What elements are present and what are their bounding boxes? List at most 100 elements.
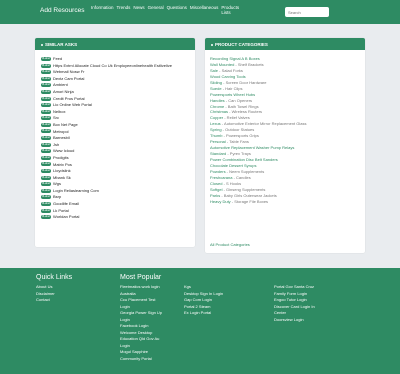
footer-link[interactable]: Contact bbox=[36, 297, 55, 304]
tag-badge: #Label bbox=[41, 195, 51, 200]
category-link[interactable]: Sliding bbox=[210, 80, 222, 85]
footer-link[interactable]: Education Qld Gov Au bbox=[120, 336, 162, 343]
ask-link[interactable]: Lk Portal bbox=[53, 208, 69, 213]
category-link[interactable]: Wood Carving Tools bbox=[210, 74, 246, 79]
subcategory-text: - Baby Girls Outerwear Jackets bbox=[220, 192, 277, 198]
category-link[interactable]: Christmas bbox=[210, 109, 228, 114]
tag-badge: #Label bbox=[41, 122, 51, 127]
ask-link[interactable]: Goodlife Email bbox=[53, 201, 79, 206]
nav-link[interactable]: Questions bbox=[167, 5, 187, 10]
similar-asks-card: SIMILAR ASKS #Label Feed #Label Https Extrn… bbox=[35, 38, 195, 247]
tag-badge: #Label bbox=[41, 142, 51, 147]
category-link[interactable]: Copper bbox=[210, 115, 223, 120]
subcategory-text: - Relief Valves bbox=[223, 115, 250, 121]
nav-link[interactable]: Products Lists bbox=[221, 5, 245, 15]
nav-link[interactable]: General bbox=[148, 5, 164, 10]
all-product-categories-link[interactable]: All Product Categories bbox=[210, 242, 250, 247]
ask-link[interactable]: Metropol bbox=[53, 129, 69, 134]
subcategory-text: - Salad Forks bbox=[218, 67, 243, 73]
category-link[interactable]: Wall Mounted bbox=[210, 62, 234, 67]
ask-link[interactable]: Bsrp bbox=[53, 194, 61, 199]
ask-link[interactable]: Src bbox=[53, 115, 59, 120]
category-link[interactable]: Personal bbox=[210, 139, 226, 144]
ask-link[interactable]: Mbank Sk bbox=[53, 175, 71, 180]
nav-link[interactable]: News bbox=[133, 5, 144, 10]
ask-link[interactable]: Worldan Portal bbox=[53, 214, 79, 219]
nav-link[interactable]: Information bbox=[91, 5, 114, 10]
category-link[interactable]: Freshcarana bbox=[210, 175, 232, 180]
category-link[interactable]: Heavy Duty bbox=[210, 199, 231, 204]
tag-badge: #Label bbox=[41, 116, 51, 121]
ask-link[interactable]: Nelbox bbox=[53, 109, 65, 114]
nav-link[interactable]: Trends bbox=[117, 5, 131, 10]
ask-link[interactable]: Wgs bbox=[53, 181, 61, 186]
tag-badge: #Label bbox=[41, 56, 51, 61]
ask-link[interactable]: Ambient bbox=[53, 82, 68, 87]
bullet-icon bbox=[41, 43, 43, 46]
footer-link[interactable]: Community Portal bbox=[120, 356, 162, 363]
nav-link[interactable]: Miscellaneous bbox=[190, 5, 219, 10]
category-link[interactable]: Chocolate Dessert Syrups bbox=[210, 163, 256, 168]
subcategory-text: - Automotive Exterior Mirror Replacement… bbox=[220, 121, 307, 127]
category-link[interactable]: Spring bbox=[210, 127, 222, 132]
product-categories-list: Recording Signal A B Boxes Wall Mounted -… bbox=[205, 50, 365, 204]
brand-logo[interactable]: Add Resources bbox=[40, 7, 84, 14]
category-link[interactable]: Closed bbox=[210, 181, 222, 186]
search-input[interactable] bbox=[285, 7, 329, 17]
category-link[interactable]: Sale bbox=[210, 68, 218, 73]
category-link[interactable]: Automotive Replacement Washer Pump Relay… bbox=[210, 145, 294, 150]
footer-link[interactable]: Georgia Power Sign Up bbox=[120, 310, 162, 317]
ask-link[interactable]: Feed bbox=[53, 56, 62, 61]
subcategory-text: - Table Fans bbox=[225, 139, 249, 145]
footer-link[interactable]: About Us bbox=[36, 284, 55, 291]
category-link[interactable]: Lexus bbox=[210, 121, 221, 126]
list-item: #Label Webmail Nosw Fr bbox=[41, 69, 195, 76]
footer-link[interactable]: Doorsview Login bbox=[274, 317, 315, 324]
bullet-icon bbox=[211, 43, 213, 46]
ask-link[interactable]: Credit Pros Portal bbox=[53, 96, 85, 101]
ask-link[interactable]: Dextz Cam Portal bbox=[53, 76, 84, 81]
ask-link[interactable]: Lloydslink bbox=[53, 168, 71, 173]
list-item: #Label Lloydslink bbox=[41, 168, 195, 175]
quick-links-list: About Us Disclaimer Contact bbox=[36, 284, 55, 304]
category-link[interactable]: Recording Signal A B Boxes bbox=[210, 56, 260, 61]
category-link[interactable]: Softgel bbox=[210, 187, 222, 192]
subcategory-text: - Ginseng Supplements bbox=[222, 186, 266, 192]
category-link[interactable]: Suede bbox=[210, 86, 222, 91]
category-link[interactable]: Thumb bbox=[210, 133, 222, 138]
tag-badge: #Label bbox=[41, 109, 51, 114]
footer-link[interactable]: Fleetmatics work login bbox=[120, 284, 162, 291]
ask-link[interactable]: Https Extrnl Allocate Cloud Co Uk Employ… bbox=[53, 63, 172, 68]
footer-link[interactable]: Ex Login Portal bbox=[184, 310, 223, 317]
subcategory-text: - Hair Clips bbox=[221, 85, 243, 91]
subcategory-text: - Powersports Grips bbox=[222, 133, 259, 139]
category-link[interactable]: Handles bbox=[210, 98, 225, 103]
tag-badge: #Label bbox=[41, 175, 51, 180]
ask-link[interactable]: Lio Online Web Portal bbox=[53, 102, 92, 107]
ask-link[interactable]: Login Reliaslearning Com bbox=[53, 188, 99, 193]
category-link[interactable]: Powders bbox=[210, 169, 226, 174]
category-link[interactable]: Chrome bbox=[210, 104, 224, 109]
subcategory-text: - Shelf Brackets bbox=[234, 61, 264, 67]
category-link[interactable]: Parks bbox=[210, 193, 220, 198]
main-nav: Information Trends News General Questions Mis… bbox=[91, 5, 281, 23]
ask-link[interactable]: Amori Ninja bbox=[53, 89, 74, 94]
ask-link[interactable]: Webmail Nosw Fr bbox=[53, 69, 85, 74]
category-link[interactable]: Power Combination Disc Belt Sanders bbox=[210, 157, 278, 162]
ask-link[interactable]: Barnesbil bbox=[53, 135, 70, 140]
tag-badge: #Label bbox=[41, 202, 51, 206]
ask-link[interactable]: Jsh bbox=[53, 142, 59, 147]
ask-link[interactable]: Www Icloud bbox=[53, 148, 74, 153]
ask-link[interactable]: Prodigits bbox=[53, 155, 69, 160]
list-item: #Label Www Icloud bbox=[41, 148, 195, 155]
list-item: #Label Nelbox bbox=[41, 109, 195, 116]
list-item: #Label Box Net Page bbox=[41, 122, 195, 129]
tag-badge: #Label bbox=[41, 162, 51, 167]
category-link[interactable]: Standard bbox=[210, 151, 226, 156]
subcategory-text: - S Hooks bbox=[222, 180, 242, 186]
ask-link[interactable]: Box Net Page bbox=[53, 122, 78, 127]
subcategory-text: - Can Openers bbox=[224, 97, 253, 103]
category-link[interactable]: Powersports Wheel Hubs bbox=[210, 92, 255, 97]
footer-link[interactable]: Portal Gov Santa Cruz bbox=[274, 284, 315, 291]
ask-link[interactable]: Matrix Pos bbox=[53, 162, 72, 167]
